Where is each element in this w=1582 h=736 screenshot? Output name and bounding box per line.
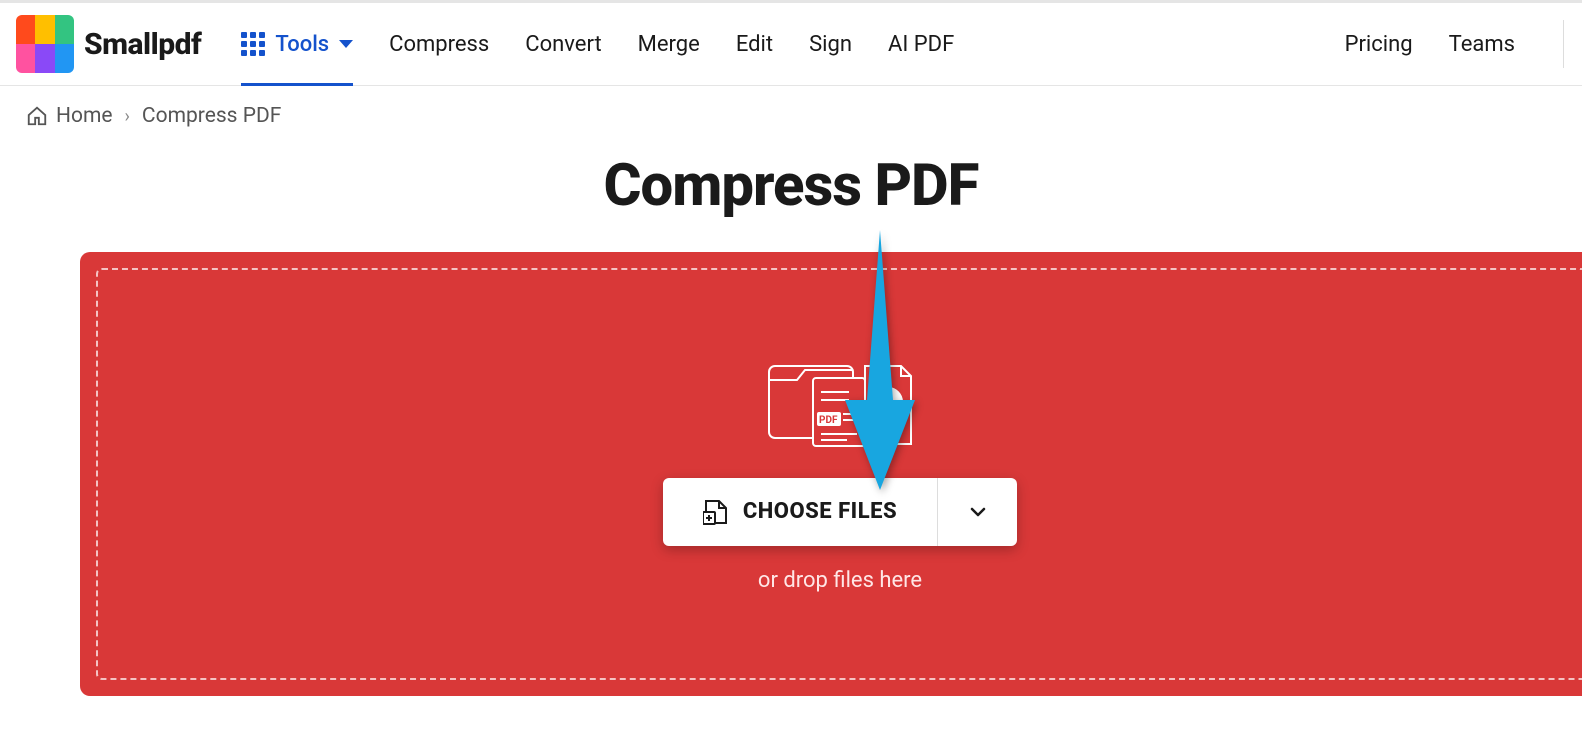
home-icon [26, 105, 48, 127]
annotation-arrow [845, 230, 915, 494]
file-dropzone[interactable]: PDF CHOOSE FILES [96, 268, 1582, 680]
nav-ai-pdf[interactable]: AI PDF [888, 3, 954, 85]
vertical-divider [1563, 20, 1564, 68]
nav-pricing[interactable]: Pricing [1345, 32, 1413, 57]
nav-item-label: Teams [1449, 32, 1515, 57]
primary-nav: Tools Compress Convert Merge Edit Sign A… [241, 3, 954, 85]
drop-hint-text: or drop files here [758, 568, 922, 593]
brand-name: Smallpdf [84, 27, 201, 62]
nav-convert[interactable]: Convert [525, 3, 601, 85]
nav-item-label: Sign [809, 32, 852, 57]
page-title: Compress PDF [0, 152, 1582, 220]
dropzone-container: PDF CHOOSE FILES [80, 252, 1582, 696]
nav-teams[interactable]: Teams [1449, 32, 1515, 57]
nav-merge[interactable]: Merge [638, 3, 700, 85]
logo-link[interactable]: Smallpdf [16, 15, 201, 73]
main-header: Smallpdf Tools Compress Convert Merge Ed… [0, 0, 1582, 86]
pdf-badge-text: PDF [819, 415, 838, 426]
nav-item-label: Convert [525, 32, 601, 57]
nav-tools-dropdown[interactable]: Tools [241, 3, 353, 85]
nav-item-label: Compress [389, 32, 489, 57]
nav-item-label: Merge [638, 32, 700, 57]
nav-right: Pricing Teams [1345, 20, 1564, 68]
logo-icon [16, 15, 74, 73]
grid-icon [241, 32, 265, 56]
breadcrumb-current: Compress PDF [142, 104, 281, 128]
nav-item-label: Edit [736, 32, 773, 57]
nav-item-label: Pricing [1345, 32, 1413, 57]
nav-item-label: Tools [275, 32, 329, 57]
nav-item-label: AI PDF [888, 32, 954, 57]
chevron-down-icon [968, 502, 988, 522]
nav-sign[interactable]: Sign [809, 3, 852, 85]
breadcrumb-home[interactable]: Home [26, 104, 113, 128]
choose-files-label: CHOOSE FILES [743, 499, 897, 524]
nav-edit[interactable]: Edit [736, 3, 773, 85]
nav-compress[interactable]: Compress [389, 3, 489, 85]
choose-files-dropdown[interactable] [937, 478, 1017, 546]
add-file-icon [703, 498, 729, 526]
breadcrumb-home-label: Home [56, 104, 113, 128]
choose-files-group: CHOOSE FILES [663, 478, 1017, 546]
breadcrumb: Home › Compress PDF [0, 86, 1582, 134]
caret-down-icon [339, 40, 353, 48]
breadcrumb-separator: › [125, 106, 130, 127]
